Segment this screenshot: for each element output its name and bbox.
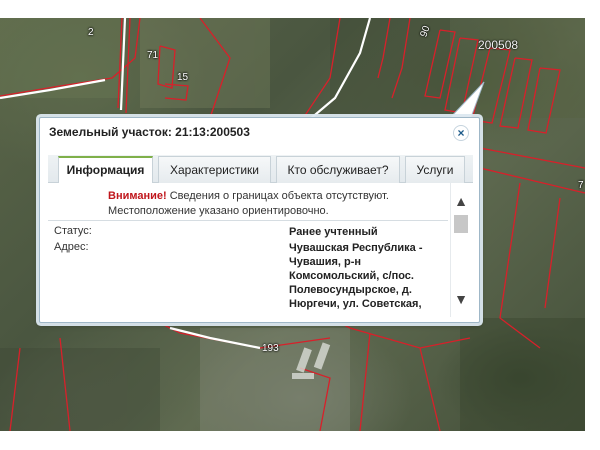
- address-value: Чувашская Республика - Чувашия, р-н Комс…: [289, 242, 423, 310]
- scroll-thumb[interactable]: [454, 215, 468, 233]
- tab-characteristics[interactable]: Характеристики: [158, 156, 271, 183]
- tab-information[interactable]: Информация: [58, 156, 153, 184]
- status-label: Статус:: [54, 225, 92, 237]
- tab-bar: Информация Характеристики Кто обслуживае…: [48, 155, 473, 184]
- close-icon[interactable]: ×: [453, 125, 469, 141]
- parcel-number-label: 2: [88, 27, 94, 38]
- title-redaction: [254, 123, 280, 139]
- divider: [48, 220, 448, 221]
- popup-title: Земельный участок: 21:13:200503: [49, 125, 250, 139]
- parcel-info-popup: Земельный участок: 21:13:200503 × Информ…: [39, 117, 480, 323]
- parcel-number-label: 15: [177, 72, 189, 83]
- tab-content: Внимание! Сведения о границах объекта от…: [48, 183, 473, 317]
- warning-message: Внимание! Сведения о границах объекта от…: [108, 189, 408, 219]
- chevron-up-icon[interactable]: ▲: [451, 193, 471, 211]
- parcel-number-label: 71: [147, 50, 159, 61]
- tab-services[interactable]: Услуги: [405, 156, 465, 183]
- chevron-down-icon[interactable]: ▼: [451, 291, 471, 309]
- warning-label: Внимание!: [108, 190, 167, 202]
- parcel-number-label: 7: [578, 180, 584, 191]
- cadastral-number-label: 200508: [478, 38, 519, 52]
- address-label: Адрес:: [54, 241, 89, 253]
- status-value: Ранее учтенный: [289, 226, 378, 238]
- tab-who-serves[interactable]: Кто обслуживает?: [276, 156, 400, 183]
- parcel-number-label: 193: [262, 343, 279, 354]
- scrollbar[interactable]: ▲ ▼: [450, 183, 470, 317]
